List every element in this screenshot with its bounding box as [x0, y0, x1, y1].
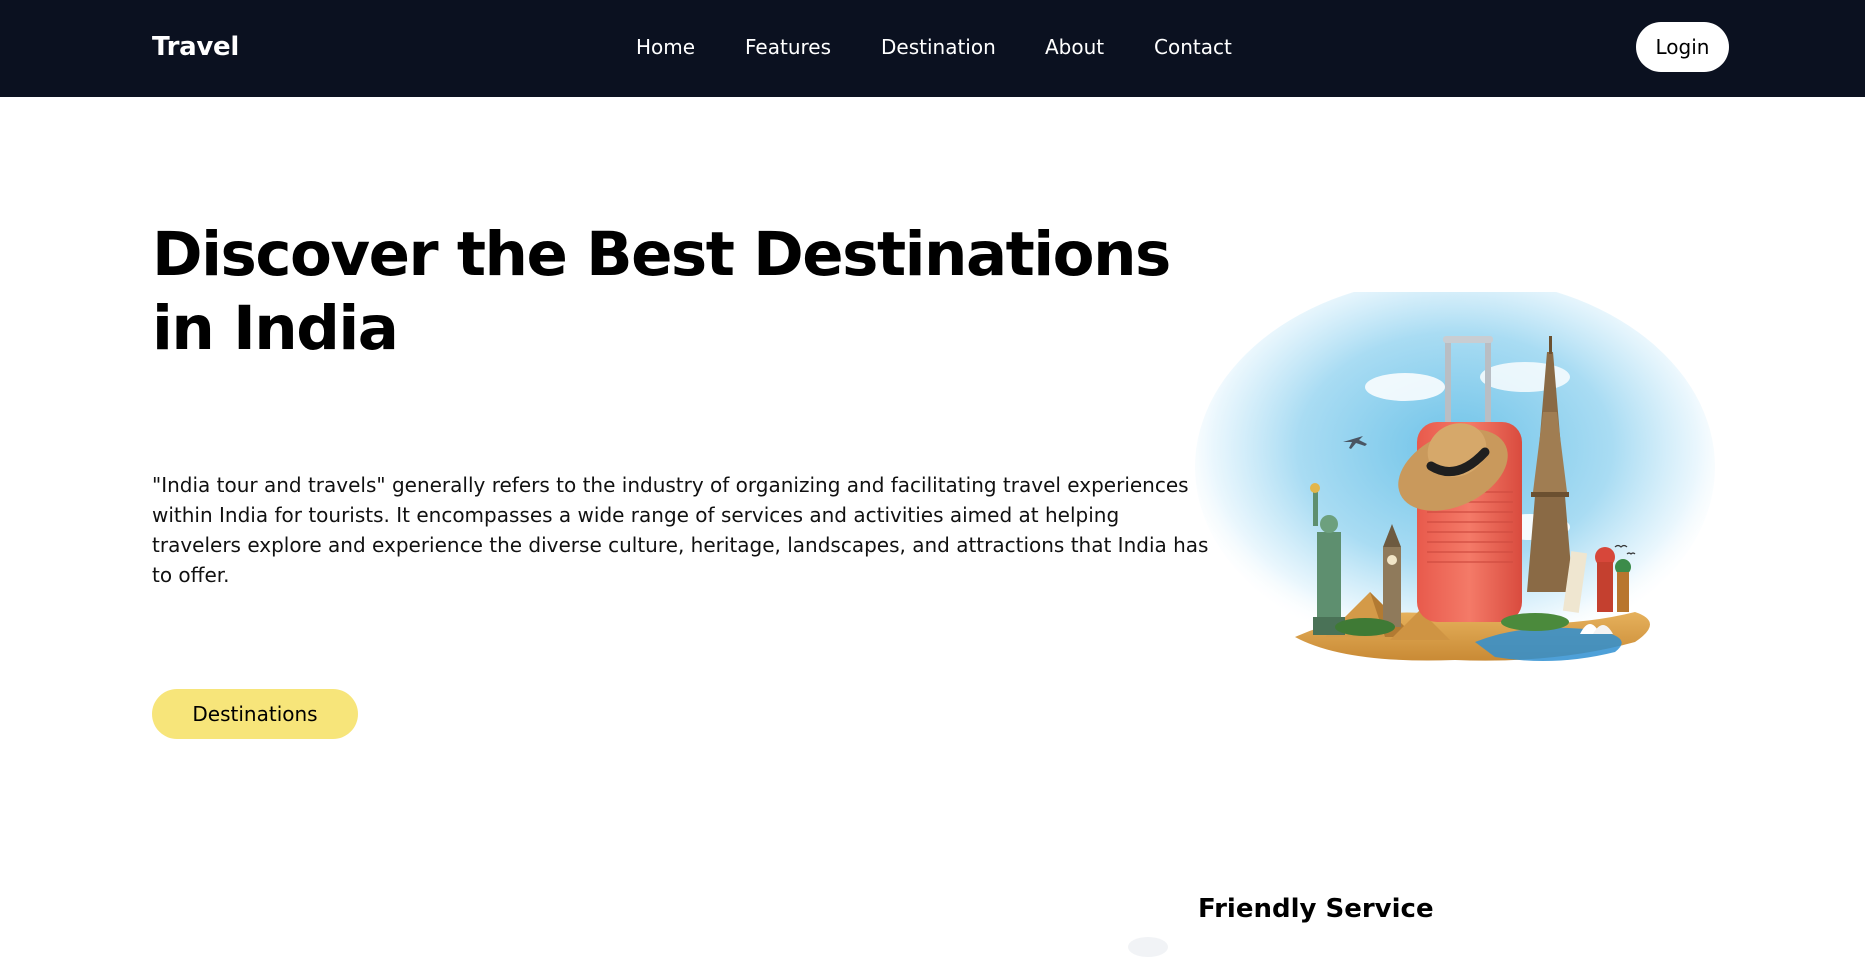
nav-link-destination[interactable]: Destination — [881, 32, 996, 62]
brand-logo[interactable]: Travel — [152, 30, 239, 64]
nav-link-home[interactable]: Home — [636, 32, 695, 62]
hero-description: "India tour and travels" generally refer… — [152, 473, 1209, 587]
feature-icon-placeholder — [1128, 937, 1168, 957]
feature-title: Friendly Service — [1198, 894, 1434, 924]
nav-link-about[interactable]: About — [1045, 32, 1104, 62]
nav-link-features[interactable]: Features — [745, 32, 831, 62]
travel-landmarks-suitcase-illustration — [1195, 292, 1715, 672]
navbar: Travel Home Features Destination About C… — [0, 0, 1865, 97]
destinations-button[interactable]: Destinations — [152, 689, 358, 739]
hero-title: Discover the Best Destinations in India — [152, 219, 1171, 364]
nav-link-contact[interactable]: Contact — [1154, 32, 1232, 62]
login-button[interactable]: Login — [1636, 22, 1729, 72]
